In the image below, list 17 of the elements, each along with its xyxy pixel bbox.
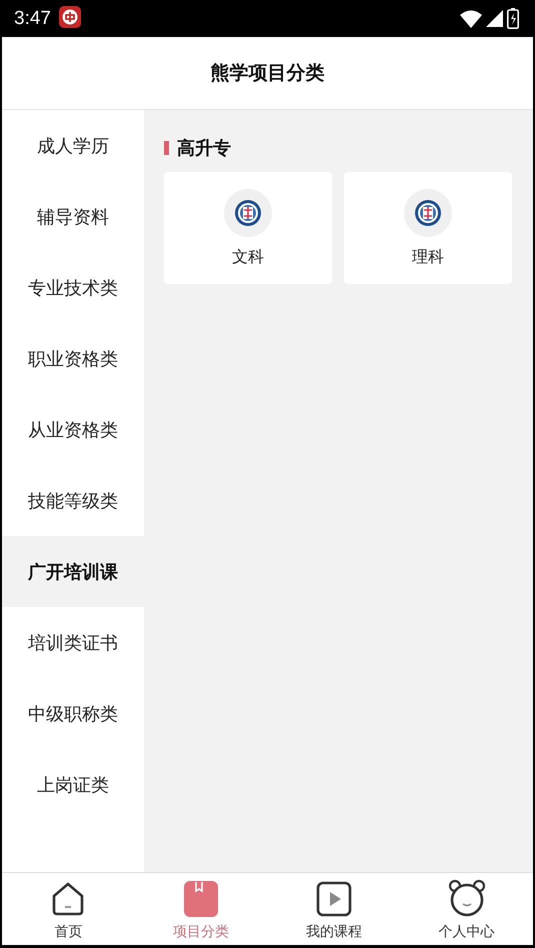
status-time: 3:47	[14, 8, 51, 30]
wifi-icon	[460, 10, 482, 28]
book-icon	[184, 881, 218, 917]
section-marker	[164, 141, 169, 155]
play-icon	[316, 881, 352, 917]
category-card[interactable]: 理科	[344, 172, 512, 284]
category-item[interactable]: 广开培训课	[2, 536, 144, 607]
battery-icon	[507, 8, 519, 29]
school-emblem-icon	[224, 188, 272, 236]
page-title: 熊学项目分类	[210, 61, 324, 86]
section-title: 高升专	[177, 137, 231, 160]
category-card[interactable]: 文科	[164, 172, 332, 284]
school-emblem-icon	[404, 188, 452, 236]
signal-icon	[486, 10, 503, 27]
bear-face-icon	[448, 879, 486, 917]
app-notification-icon	[58, 6, 81, 28]
house-icon	[50, 881, 86, 917]
